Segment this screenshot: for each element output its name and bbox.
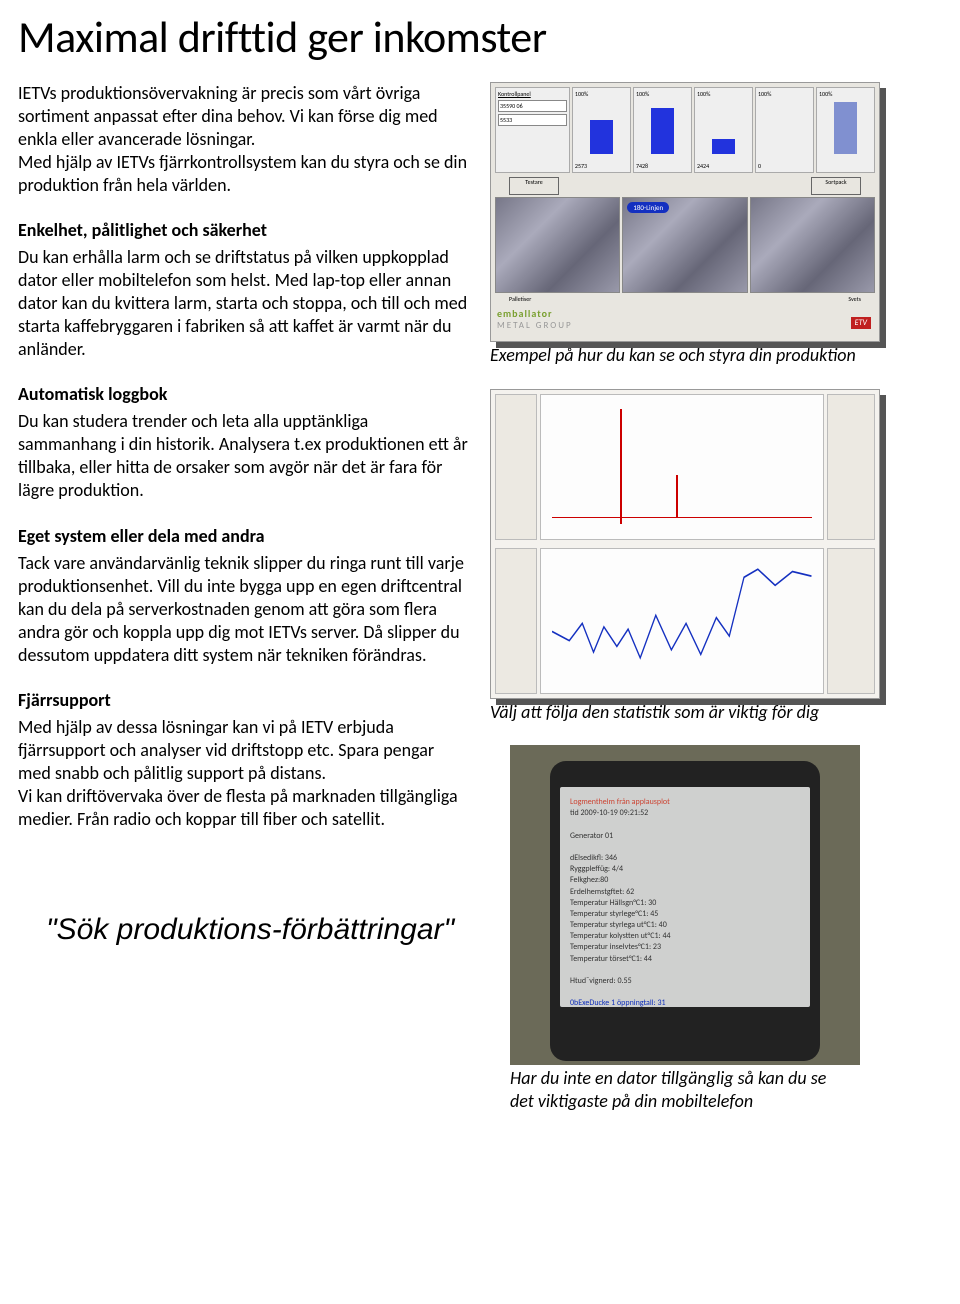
intro-text: IETVs produktionsövervakning är precis s… — [18, 82, 468, 197]
phone-photo: Logmenthelm från applausplottid 2009-10-… — [510, 745, 860, 1065]
section2-body: Du kan studera trender och leta alla upp… — [18, 410, 468, 502]
section3-heading: Eget system eller dela med andra — [18, 525, 468, 548]
section2-heading: Automatisk loggbok — [18, 383, 468, 406]
line-label: 180-Linjen — [627, 202, 669, 213]
section1-heading: Enkelhet, pålitlighet och säkerhet — [18, 219, 468, 242]
charts-screenshot — [490, 389, 880, 699]
dashboard-screenshot: Kontrollpanel 35590 06 5533 100%2573 100… — [490, 82, 880, 342]
brand-logo-1: emballator — [497, 307, 873, 320]
control-panel-label: Kontrollpanel — [498, 90, 567, 98]
caption-3: Har du inte en dator tillgänglig så kan … — [510, 1067, 830, 1112]
section1-body: Du kan erhålla larm och se driftstatus p… — [18, 246, 468, 361]
etv-logo: ETV — [851, 317, 871, 329]
section4-body: Med hjälp av dessa lösningar kan vi på I… — [18, 716, 468, 831]
section3-body: Tack vare användarvänlig teknik slipper … — [18, 552, 468, 667]
pull-quote: "Sök produktions-förbättringar" — [18, 911, 468, 949]
brand-logo-2: METAL GROUP — [497, 320, 873, 331]
section4-heading: Fjärrsupport — [18, 689, 468, 712]
page-title: Maximal drifttid ger inkomster — [18, 10, 942, 64]
